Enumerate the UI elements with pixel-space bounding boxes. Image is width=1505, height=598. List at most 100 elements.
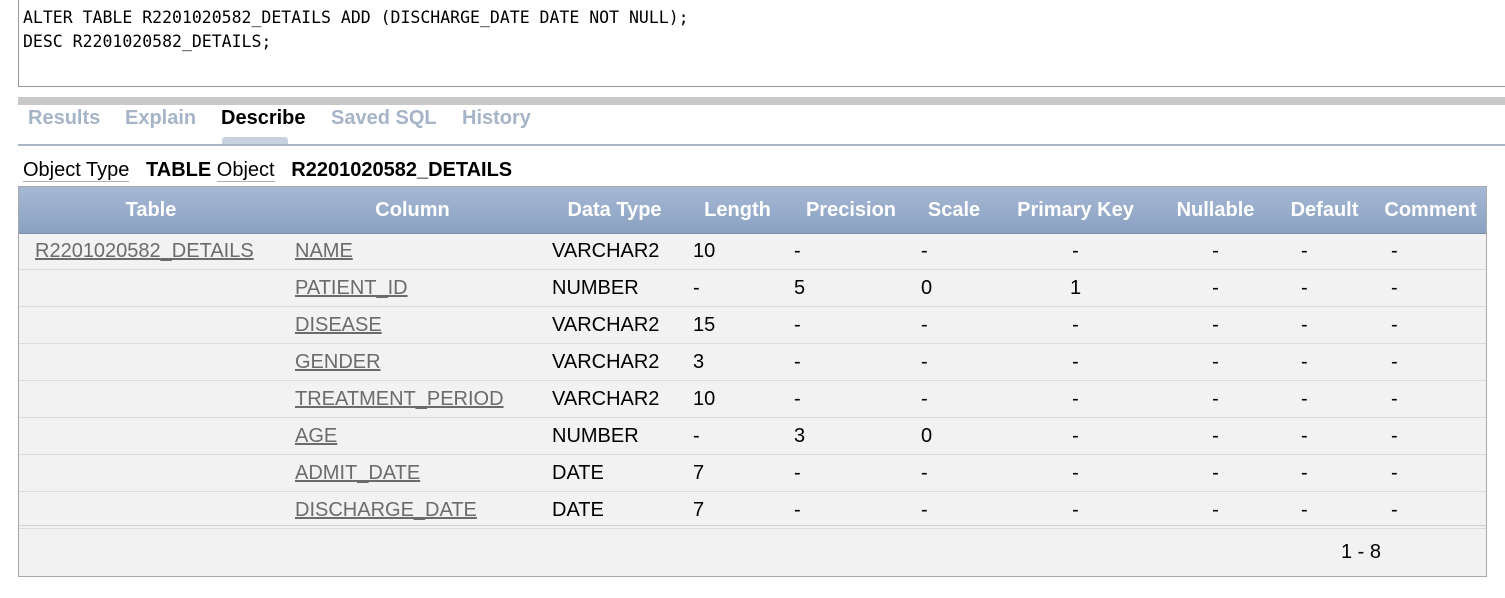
cell-scale: - [914, 306, 994, 344]
object-info: Object Type TABLE Object R2201020582_DET… [23, 159, 512, 182]
cell-comment: - [1375, 343, 1486, 381]
cell-data-type: NUMBER [542, 417, 687, 455]
cell-length: 10 [687, 380, 788, 418]
column-name-link[interactable]: ADMIT_DATE [295, 462, 420, 484]
sql-editor[interactable]: ALTER TABLE R2201020582_DETAILS ADD (DIS… [18, 0, 1505, 87]
tab-saved-sql[interactable]: Saved SQL [331, 107, 437, 130]
cell-table-name [19, 417, 283, 455]
sql-text[interactable]: ALTER TABLE R2201020582_DETAILS ADD (DIS… [19, 0, 1505, 54]
cell-scale: - [914, 454, 994, 492]
cell-data-type: VARCHAR2 [542, 233, 687, 270]
table-row: PATIENT_ID NUMBER -5 0 1- - - [19, 269, 1486, 307]
cell-table-name [19, 491, 283, 529]
column-name-link[interactable]: AGE [295, 425, 337, 447]
cell-column-name: AGE [283, 417, 542, 455]
tab-results[interactable]: Results [28, 107, 100, 130]
col-header-table: Table [19, 187, 283, 234]
col-header-data-type: Data Type [542, 187, 687, 234]
cell-scale: 0 [914, 417, 994, 455]
cell-data-type: VARCHAR2 [542, 343, 687, 381]
cell-column-name: GENDER [283, 343, 542, 381]
object-name-value: R2201020582_DETAILS [291, 159, 513, 181]
cell-precision: - [788, 380, 914, 418]
cell-primary-key: - [994, 306, 1157, 344]
cell-comment: - [1375, 380, 1486, 418]
col-header-scale: Scale [914, 187, 994, 234]
cell-nullable: - [1157, 233, 1274, 270]
cell-primary-key: - [994, 233, 1157, 270]
cell-data-type: VARCHAR2 [542, 380, 687, 418]
cell-default: - [1274, 233, 1375, 270]
cell-column-name: ADMIT_DATE [283, 454, 542, 492]
result-tabs: Results Explain Describe Saved SQL Histo… [18, 104, 1505, 146]
tab-describe[interactable]: Describe [221, 107, 306, 130]
cell-precision: - [788, 491, 914, 529]
cell-comment: - [1375, 417, 1486, 455]
cell-data-type: DATE [542, 454, 687, 492]
cell-precision: 5 [788, 269, 914, 307]
cell-default: - [1274, 454, 1375, 492]
pagination-range: 1 - 8 [1341, 541, 1382, 563]
cell-precision: - [788, 233, 914, 270]
cell-data-type: NUMBER [542, 269, 687, 307]
col-header-nullable: Nullable [1157, 187, 1274, 234]
cell-precision: - [788, 343, 914, 381]
table-row: TREATMENT_PERIOD VARCHAR2 10- - - - - - [19, 380, 1486, 418]
cell-default: - [1274, 491, 1375, 529]
col-header-comment: Comment [1375, 187, 1486, 234]
cell-default: - [1274, 306, 1375, 344]
column-name-link[interactable]: NAME [295, 240, 353, 262]
table-header-row: Table Column Data Type Length Precision … [19, 187, 1486, 234]
cell-length: 10 [687, 233, 788, 270]
object-type-label: Object Type [23, 159, 130, 182]
cell-table-name [19, 454, 283, 492]
cell-default: - [1274, 269, 1375, 307]
cell-column-name: DISCHARGE_DATE [283, 491, 542, 529]
cell-scale: 0 [914, 269, 994, 307]
cell-nullable: - [1157, 269, 1274, 307]
cell-table-name [19, 380, 283, 418]
cell-scale: - [914, 380, 994, 418]
col-header-column: Column [283, 187, 542, 234]
cell-table-name [19, 306, 283, 344]
cell-default: - [1274, 380, 1375, 418]
table-row: GENDER VARCHAR2 3- - - - - - [19, 343, 1486, 381]
col-header-length: Length [687, 187, 788, 234]
cell-primary-key: - [994, 491, 1157, 529]
cell-nullable: - [1157, 454, 1274, 492]
cell-nullable: - [1157, 306, 1274, 344]
cell-comment: - [1375, 454, 1486, 492]
cell-nullable: - [1157, 417, 1274, 455]
tab-explain[interactable]: Explain [125, 107, 196, 130]
column-name-link[interactable]: DISCHARGE_DATE [295, 499, 477, 521]
cell-length: 3 [687, 343, 788, 381]
col-header-precision: Precision [788, 187, 914, 234]
cell-table-name [19, 343, 283, 381]
column-name-link[interactable]: GENDER [295, 351, 381, 373]
cell-length: 15 [687, 306, 788, 344]
col-header-default: Default [1274, 187, 1375, 234]
cell-length: - [687, 269, 788, 307]
tab-history[interactable]: History [462, 107, 531, 130]
table-name-link[interactable]: R2201020582_DETAILS [35, 240, 254, 262]
cell-primary-key: 1 [994, 269, 1157, 307]
cell-table-name: R2201020582_DETAILS [19, 233, 283, 270]
column-name-link[interactable]: DISEASE [295, 314, 382, 336]
cell-length: 7 [687, 454, 788, 492]
cell-primary-key: - [994, 380, 1157, 418]
table-row: DISEASE VARCHAR2 15- - - - - - [19, 306, 1486, 344]
object-label: Object [216, 159, 275, 182]
cell-comment: - [1375, 491, 1486, 529]
cell-comment: - [1375, 306, 1486, 344]
pagination-footer: 1 - 8 [19, 525, 1486, 576]
table-row: R2201020582_DETAILS NAME VARCHAR2 10- - - - - - [19, 233, 1486, 270]
active-tab-indicator [222, 137, 288, 144]
column-name-link[interactable]: TREATMENT_PERIOD [295, 388, 504, 410]
cell-scale: - [914, 233, 994, 270]
cell-precision: 3 [788, 417, 914, 455]
cell-precision: - [788, 306, 914, 344]
cell-nullable: - [1157, 343, 1274, 381]
cell-nullable: - [1157, 380, 1274, 418]
cell-nullable: - [1157, 491, 1274, 529]
column-name-link[interactable]: PATIENT_ID [295, 277, 408, 299]
